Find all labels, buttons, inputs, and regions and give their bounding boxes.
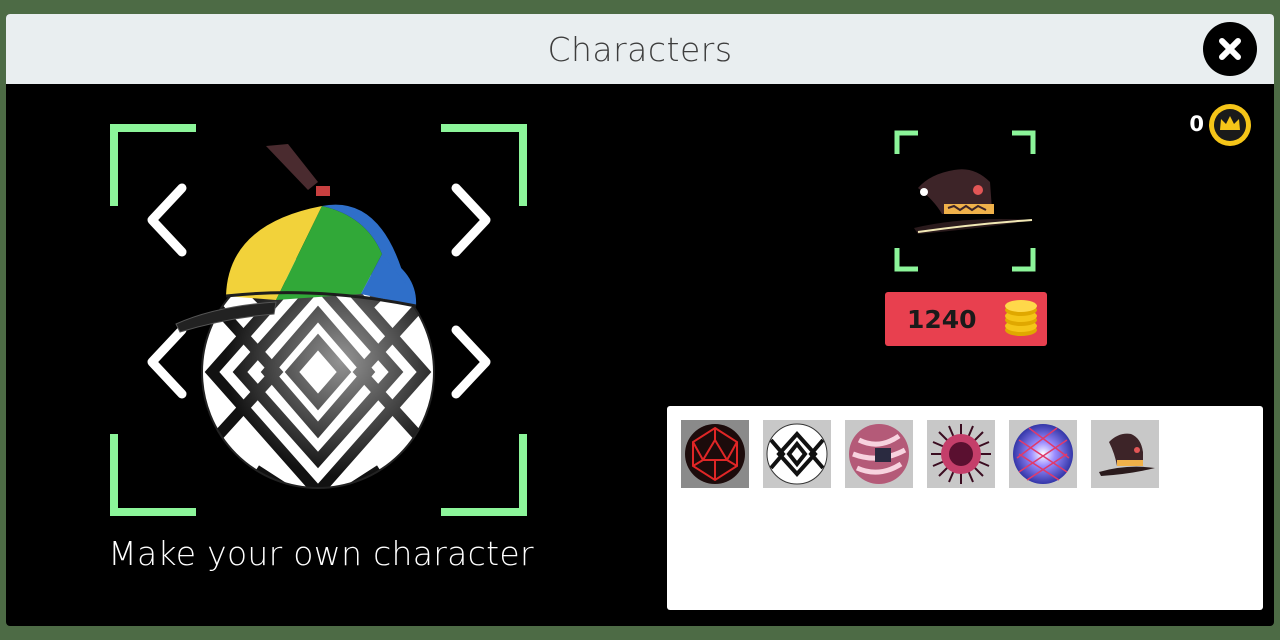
frame-corner-bottom-right [441,434,527,516]
close-icon [1219,38,1241,60]
inventory-panel [667,406,1263,610]
red-geodesic-ball-icon [681,420,749,488]
window-title: Characters [547,30,733,69]
op-art-ball-icon [763,420,831,488]
inventory-slot[interactable] [1009,420,1077,488]
inventory-slot[interactable] [763,420,831,488]
next-hat-button[interactable] [446,180,496,260]
inventory-slot[interactable] [927,420,995,488]
witch-hat-icon [914,169,1034,234]
coin-count: 0 [1189,112,1204,136]
title-bar: Characters [6,14,1274,84]
price-label: 1240 [907,305,977,334]
character-preview [175,144,435,489]
inventory-slot[interactable] [845,420,913,488]
inventory-slot[interactable] [1091,420,1159,488]
close-button[interactable] [1203,22,1257,76]
selected-item-preview [894,130,1036,272]
next-ball-button[interactable] [446,322,496,402]
crown-coin-icon [1209,104,1251,146]
witch-hat-icon [1091,420,1159,488]
striped-pink-ball-icon [845,420,913,488]
glowing-blue-ball-icon [1009,420,1077,488]
coin-stack-icon [1005,300,1037,336]
inventory-slot[interactable] [681,420,749,488]
spiky-ball-icon [927,420,995,488]
make-character-caption: Make your own character [108,534,534,573]
characters-window: Characters 0 Make your own character 124… [6,14,1274,626]
buy-button[interactable]: 1240 [885,292,1047,346]
